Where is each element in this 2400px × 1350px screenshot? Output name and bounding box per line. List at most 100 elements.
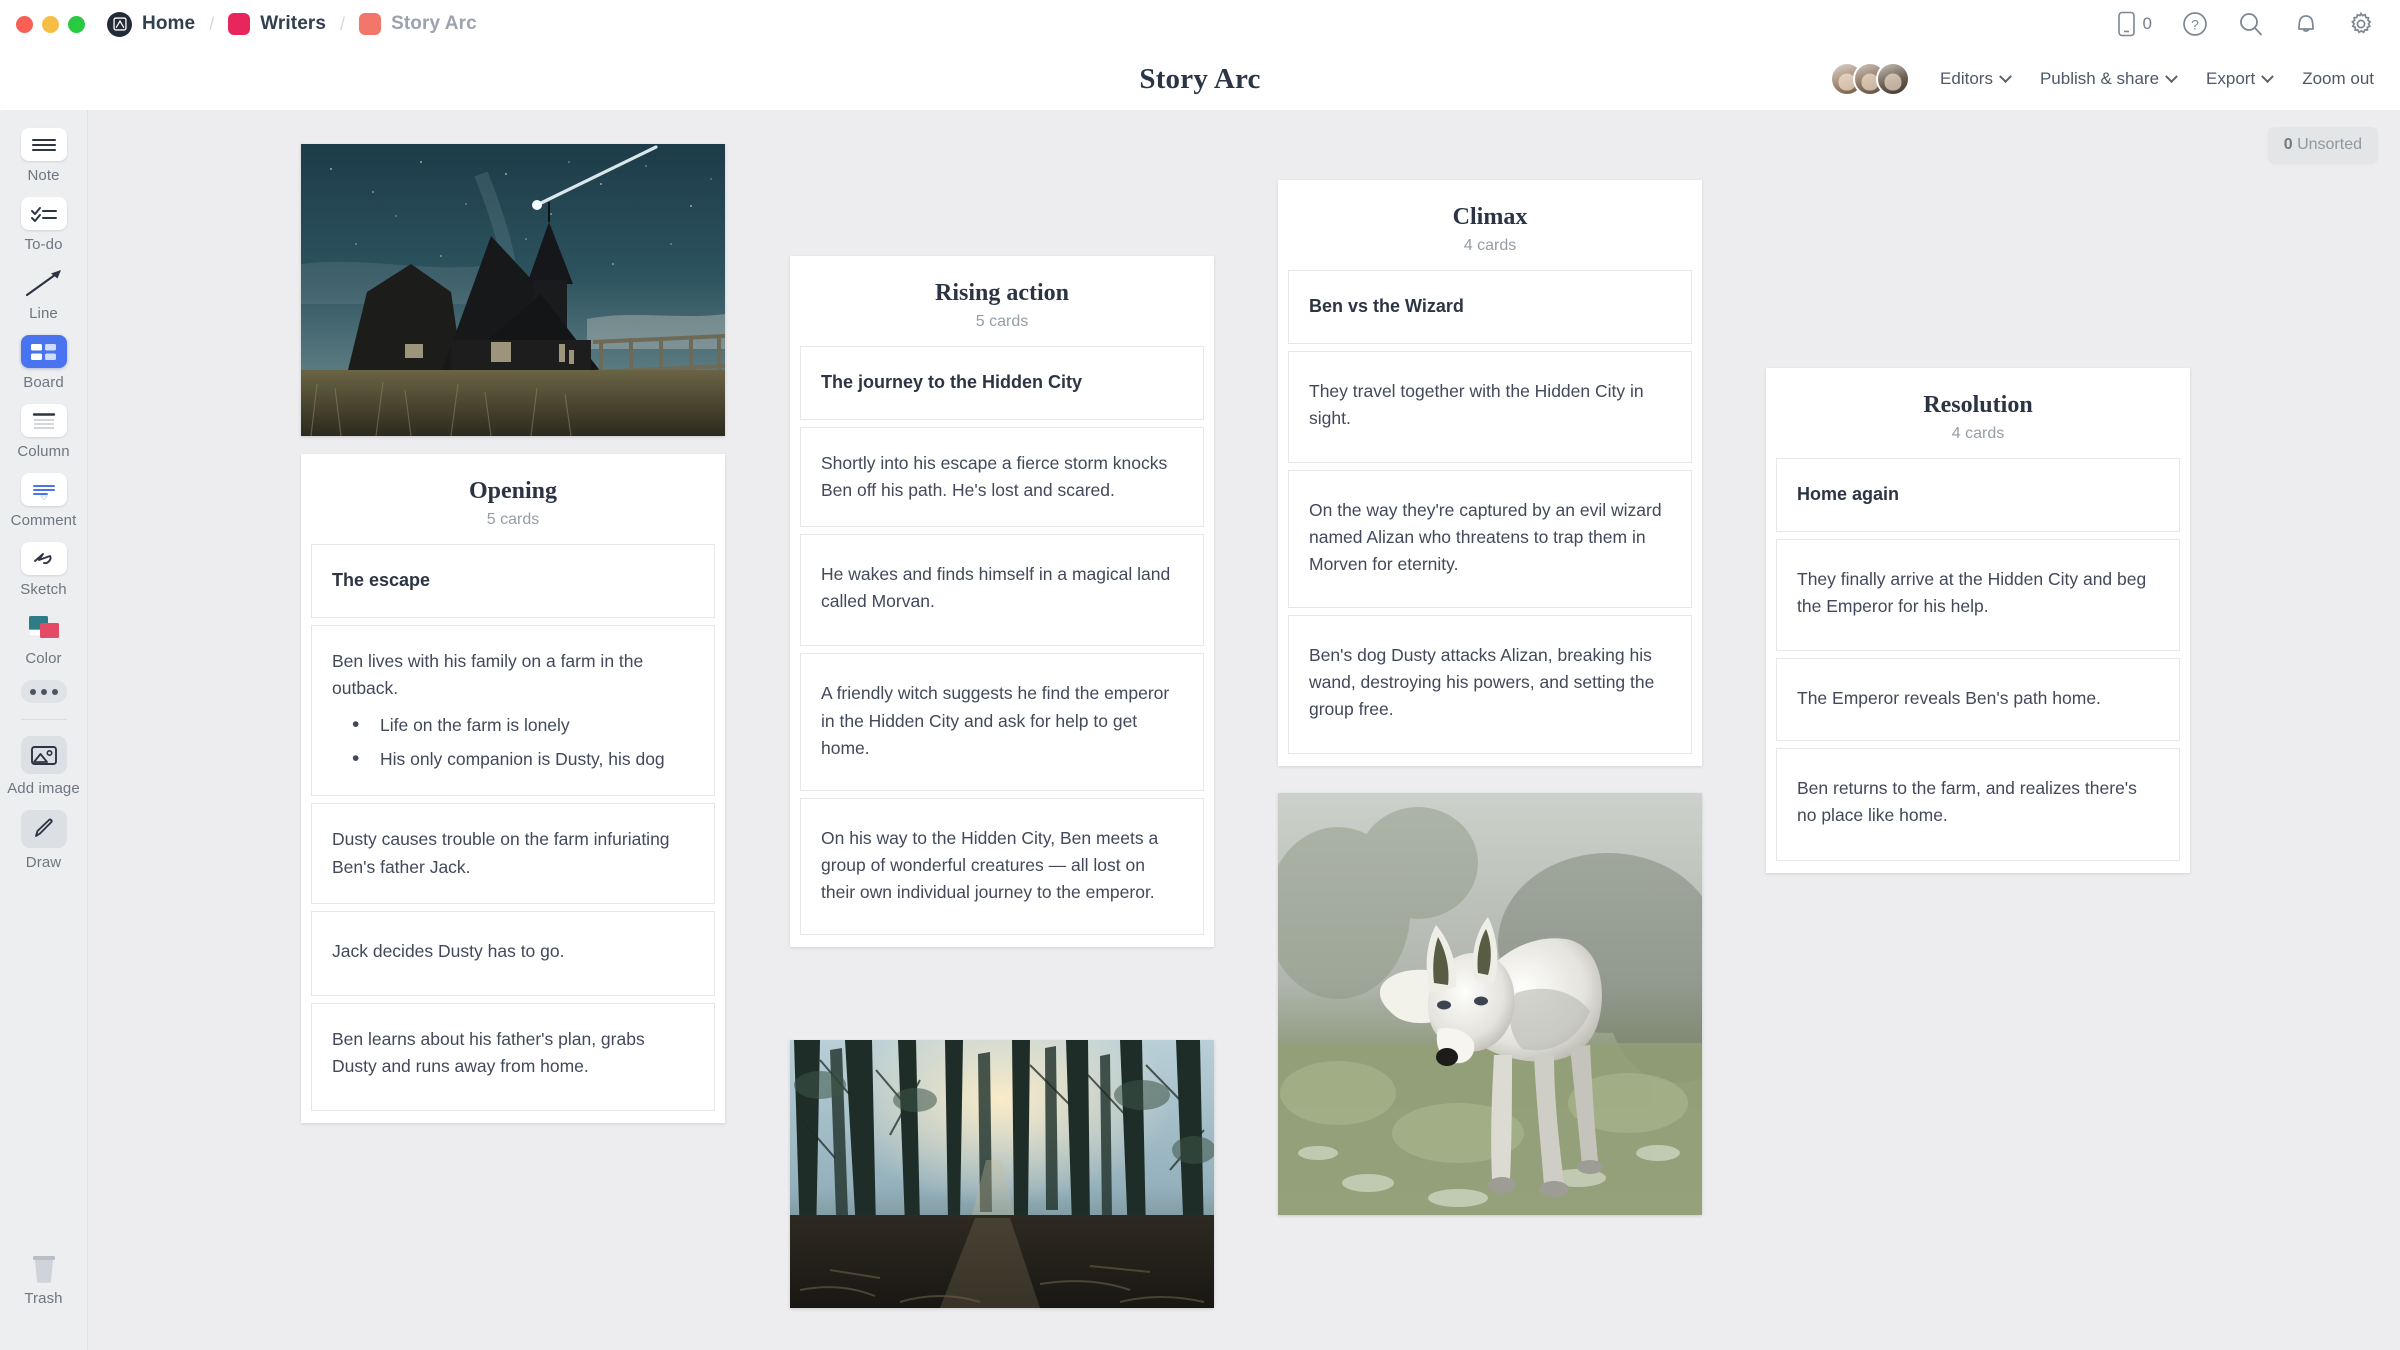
board-icon	[20, 335, 67, 368]
editors-label: Editors	[1940, 69, 1993, 88]
tool-column-label: Column	[17, 443, 70, 460]
tool-sketch-label: Sketch	[20, 581, 67, 598]
card[interactable]: On the way they're captured by an evil w…	[1288, 470, 1692, 608]
pencil-icon	[20, 810, 67, 848]
note-icon	[20, 128, 67, 161]
card-text: Jack decides Dusty has to go.	[332, 940, 565, 961]
card[interactable]: The Emperor reveals Ben's path home.	[1776, 658, 2180, 742]
card[interactable]: He wakes and finds himself in a magical …	[800, 534, 1204, 647]
card[interactable]: The journey to the Hidden City	[800, 346, 1204, 420]
column-opening[interactable]: Opening 5 cards The escape Ben lives wit…	[301, 454, 725, 1124]
tool-draw[interactable]: Draw	[0, 810, 88, 871]
breadcrumb-item-story-arc[interactable]: Story Arc	[359, 13, 477, 35]
card-text: Ben's dog Dusty attacks Alizan, breaking…	[1309, 644, 1655, 719]
card[interactable]: Ben returns to the farm, and realizes th…	[1776, 748, 2180, 861]
tool-todo[interactable]: To-do	[0, 197, 88, 253]
card[interactable]: A friendly witch suggests he find the em…	[800, 653, 1204, 791]
window-minimize-button[interactable]	[42, 15, 59, 33]
mobile-icon[interactable]: 0	[2117, 11, 2152, 37]
card-text: Ben lives with his family on a farm in t…	[332, 650, 644, 699]
more-dots-icon	[20, 680, 67, 703]
tool-board-label: Board	[23, 374, 64, 391]
column-climax[interactable]: Climax 4 cards Ben vs the Wizard They tr…	[1278, 180, 1702, 766]
tool-more[interactable]	[0, 680, 88, 703]
card[interactable]: Ben learns about his father's plan, grab…	[311, 1002, 715, 1112]
tool-line-label: Line	[29, 305, 58, 322]
tool-note[interactable]: Note	[0, 128, 88, 184]
card[interactable]: Home again	[1776, 458, 2180, 532]
card[interactable]: Shortly into his escape a fierce storm k…	[800, 426, 1204, 528]
tool-color-label: Color	[25, 650, 62, 667]
column-header: Resolution 4 cards	[1776, 368, 2180, 451]
editors-menu[interactable]: Editors	[1940, 69, 2012, 89]
tool-comment[interactable]: Comment	[0, 473, 88, 529]
breadcrumb-item-writers[interactable]: Writers	[228, 13, 326, 35]
column-icon	[20, 404, 67, 437]
column-resolution[interactable]: Resolution 4 cards Home again They final…	[1766, 368, 2190, 873]
topbar-actions: 0 ?	[2117, 11, 2400, 37]
white-wolf-photo[interactable]	[1278, 793, 1702, 1215]
tool-note-label: Note	[27, 167, 60, 184]
card[interactable]: Jack decides Dusty has to go.	[311, 910, 715, 996]
tool-sketch[interactable]: Sketch	[0, 542, 88, 598]
card-bullet: Life on the farm is lonely	[352, 710, 694, 740]
editor-avatars[interactable]	[1830, 62, 1911, 96]
mobile-count: 0	[2142, 14, 2152, 33]
tool-color[interactable]: Color	[0, 611, 88, 667]
card-text: On his way to the Hidden City, Ben meets…	[821, 827, 1159, 903]
card-text: A friendly witch suggests he find the em…	[821, 683, 1170, 758]
export-menu[interactable]: Export	[2206, 69, 2275, 89]
board-canvas[interactable]: 0 Unsorted Opening 5 cards The escape Be…	[88, 110, 2400, 1350]
zoom-out-button[interactable]: Zoom out	[2302, 69, 2374, 89]
column-rising-action[interactable]: Rising action 5 cards The journey to the…	[790, 256, 1214, 948]
card[interactable]: Ben's dog Dusty attacks Alizan, breaking…	[1288, 614, 1692, 754]
column-card-count: 5 cards	[486, 511, 540, 528]
avatar[interactable]	[1876, 62, 1911, 96]
board-swatch-icon	[228, 13, 251, 35]
zoom-out-label: Zoom out	[2302, 69, 2374, 88]
card-text: They finally arrive at the Hidden City a…	[1797, 568, 2147, 617]
publish-share-label: Publish & share	[2039, 69, 2160, 88]
tool-trash[interactable]: Trash	[0, 1251, 88, 1307]
card-text: Shortly into his escape a fierce storm k…	[821, 452, 1168, 501]
gear-icon[interactable]	[2348, 11, 2374, 37]
forest-photo[interactable]	[790, 1040, 1214, 1308]
tool-add-image[interactable]: Add image	[0, 736, 88, 797]
chevron-down-icon	[1999, 69, 2012, 83]
breadcrumb-home[interactable]: Home	[107, 11, 195, 37]
tool-add-image-label: Add image	[7, 780, 80, 797]
card-text: Home again	[1797, 484, 1900, 504]
export-label: Export	[2206, 69, 2256, 88]
card[interactable]: Dusty causes trouble on the farm infuria…	[311, 803, 715, 904]
column-header: Climax 4 cards	[1288, 180, 1692, 263]
unsorted-badge[interactable]: 0 Unsorted	[2267, 127, 2378, 163]
column-title: Rising action	[934, 280, 1069, 306]
publish-share-menu[interactable]: Publish & share	[2039, 69, 2178, 89]
search-icon[interactable]	[2238, 11, 2264, 37]
tool-board[interactable]: Board	[0, 335, 88, 391]
toolbar-divider	[20, 719, 67, 720]
bell-icon[interactable]	[2294, 11, 2318, 37]
window-zoom-button[interactable]	[68, 15, 85, 33]
breadcrumb: Home / Writers / Story Arc	[107, 11, 477, 37]
window-close-button[interactable]	[16, 15, 33, 33]
unsorted-label: Unsorted	[2297, 136, 2362, 153]
card-text: The journey to the Hidden City	[821, 372, 1083, 392]
breadcrumb-separator: /	[209, 13, 215, 34]
column-header: Opening 5 cards	[311, 454, 715, 537]
board-header-actions: Editors Publish & share Export Zoom out	[1830, 62, 2400, 96]
card[interactable]: Ben lives with his family on a farm in t…	[311, 624, 715, 797]
card[interactable]: They travel together with the Hidden Cit…	[1288, 350, 1692, 464]
tool-line[interactable]: Line	[0, 266, 88, 322]
card[interactable]: They finally arrive at the Hidden City a…	[1776, 538, 2180, 652]
tool-column[interactable]: Column	[0, 404, 88, 460]
card-bullet: His only companion is Dusty, his dog	[352, 744, 694, 774]
window-titlebar: Home / Writers / Story Arc 0 ?	[0, 0, 2400, 48]
help-circle-icon[interactable]: ?	[2182, 11, 2208, 37]
night-church-photo[interactable]	[301, 144, 725, 436]
card[interactable]: Ben vs the Wizard	[1288, 270, 1692, 344]
card[interactable]: On his way to the Hidden City, Ben meets…	[800, 797, 1204, 936]
card[interactable]: The escape	[311, 544, 715, 618]
trash-icon	[21, 1251, 67, 1284]
sketch-icon	[20, 542, 67, 575]
